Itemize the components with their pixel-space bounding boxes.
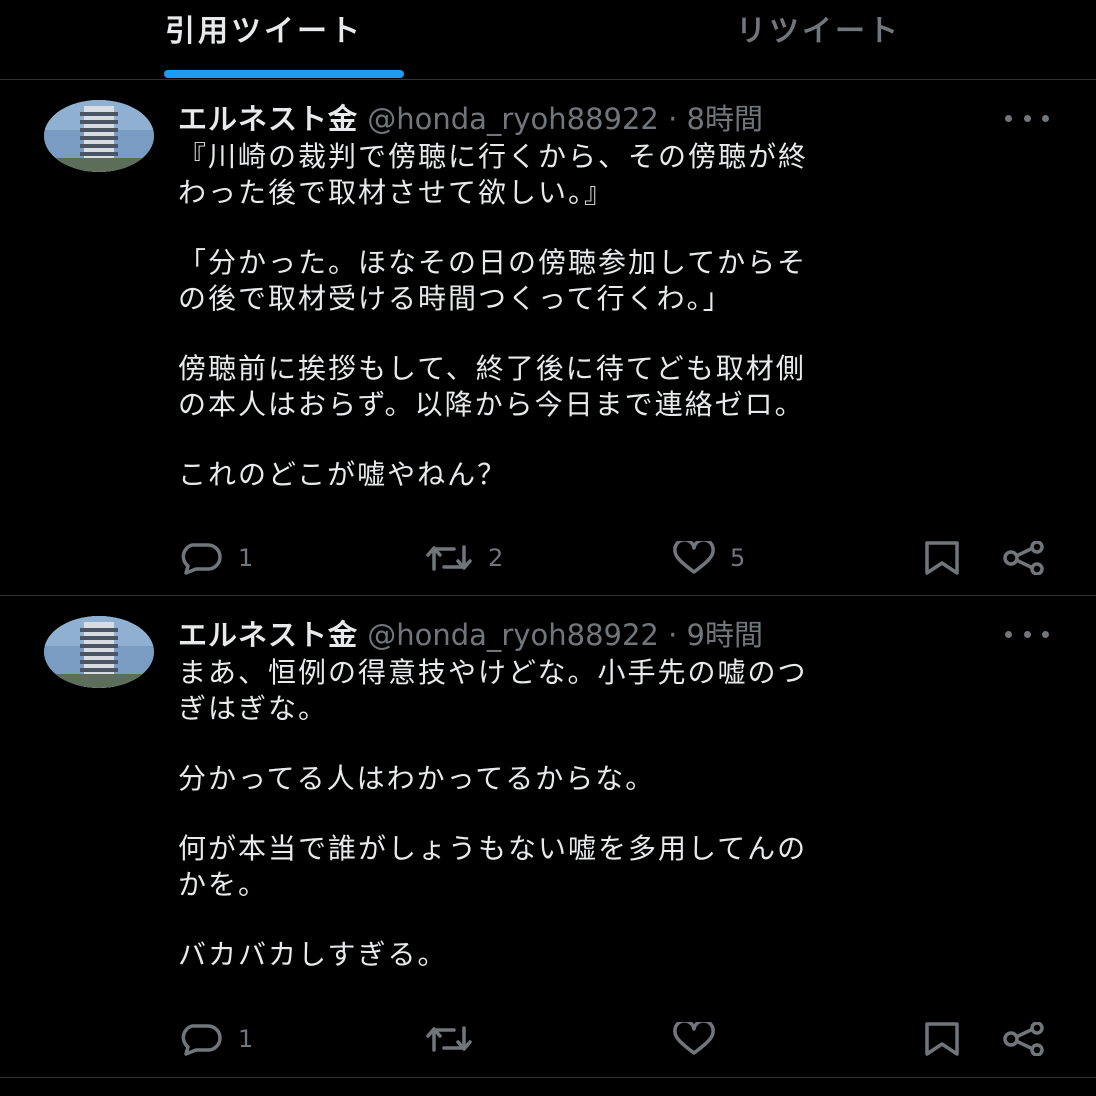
avatar[interactable]	[44, 616, 154, 688]
header-separator: ·	[668, 102, 678, 136]
tweet-timestamp[interactable]: 9時間	[687, 618, 763, 652]
tweet-paragraph: 「分かった。ほなその日の傍聴参加してからそ の後で取材受ける時間つくって行くわ。…	[178, 245, 1038, 317]
text-line: 分かってる人はわかってるからな。	[178, 762, 656, 795]
retweet-arrows-icon	[426, 545, 472, 571]
retweet-count: 2	[488, 544, 504, 572]
display-name[interactable]: エルネスト金	[178, 102, 358, 136]
reply-bubble-icon	[181, 1024, 222, 1056]
text-line: バカバカしすぎる。	[178, 938, 448, 971]
like-count: 5	[730, 544, 746, 572]
text-line: これのどこが嘘やねん？	[178, 458, 508, 491]
tweet-paragraph: まあ、恒例の得意技やけどな。小手先の嘘のつ ぎはぎな。	[178, 655, 1038, 727]
like-button[interactable]: 5	[672, 536, 745, 580]
tab-retweets[interactable]: リツイート	[736, 0, 901, 80]
text-line: の本人はおらず。以降から今日まで連絡ゼロ。	[178, 388, 805, 421]
reply-count: 1	[238, 544, 254, 572]
like-button[interactable]	[672, 1017, 730, 1061]
avatar-image	[44, 100, 154, 172]
text-line: 『川崎の裁判で傍聴に行くから、その傍聴が終	[178, 140, 809, 173]
bookmark-button[interactable]	[922, 1017, 962, 1061]
share-nodes-icon	[1003, 1022, 1044, 1056]
user-handle[interactable]: @honda_ryoh88922	[367, 102, 659, 136]
tab-quote-tweets[interactable]: 引用ツイート	[165, 0, 363, 80]
tweet-paragraph: 何が本当で誰がしょうもない嘘を多用してんの かを。	[178, 831, 1038, 903]
retweet-button[interactable]: 2	[424, 536, 503, 580]
tweet-text: まあ、恒例の得意技やけどな。小手先の嘘のつ ぎはぎな。 分かってる人はわかってる…	[178, 655, 1038, 1007]
user-handle[interactable]: @honda_ryoh88922	[367, 618, 659, 652]
tweet-paragraph: バカバカしすぎる。	[178, 937, 1038, 973]
text-line: まあ、恒例の得意技やけどな。小手先の嘘のつ	[178, 656, 808, 689]
tweet-paragraph: 『川崎の裁判で傍聴に行くから、その傍聴が終 わった後で取材させて欲しい。』	[178, 139, 1038, 211]
heart-icon	[673, 541, 715, 574]
text-line: かを。	[178, 868, 269, 901]
reply-count: 1	[238, 1025, 254, 1053]
tweet[interactable]: エルネスト金 @honda_ryoh88922 · 8時間 『川崎の裁判で傍聴に…	[0, 81, 1096, 596]
reply-button[interactable]: 1	[178, 536, 253, 580]
more-icon[interactable]	[1005, 619, 1049, 649]
reply-bubble-icon	[181, 543, 222, 575]
header-separator: ·	[668, 618, 678, 652]
heart-icon	[673, 1022, 715, 1055]
active-tab-indicator	[164, 70, 404, 78]
share-nodes-icon	[1003, 541, 1044, 575]
share-button[interactable]	[1002, 1017, 1046, 1061]
bookmark-button[interactable]	[922, 536, 962, 580]
tweet[interactable]: エルネスト金 @honda_ryoh88922 · 9時間 まあ、恒例の得意技や…	[0, 597, 1096, 1078]
share-button[interactable]	[1002, 536, 1046, 580]
tweet-header: エルネスト金 @honda_ryoh88922 · 9時間	[178, 615, 763, 655]
display-name[interactable]: エルネスト金	[178, 618, 358, 652]
retweet-button[interactable]	[424, 1017, 488, 1061]
tweet-paragraph: 分かってる人はわかってるからな。	[178, 761, 1038, 797]
bookmark-icon	[925, 541, 959, 575]
avatar-image	[44, 616, 154, 688]
tweet-actions: 1	[0, 1017, 1096, 1061]
tweet-header: エルネスト金 @honda_ryoh88922 · 8時間	[178, 99, 763, 139]
avatar[interactable]	[44, 100, 154, 172]
text-line: 「分かった。ほなその日の傍聴参加してからそ	[178, 246, 808, 279]
reply-button[interactable]: 1	[178, 1017, 253, 1061]
text-line: 傍聴前に挨拶もして、終了後に待てども取材側	[178, 352, 806, 385]
tweet-paragraph: これのどこが嘘やねん？	[178, 457, 1038, 493]
bookmark-icon	[925, 1022, 959, 1056]
text-line: ぎはぎな。	[178, 692, 329, 725]
tweet-actions: 1 2 5	[0, 536, 1096, 580]
more-icon[interactable]	[1005, 103, 1049, 133]
tab-bar: 引用ツイート リツイート	[0, 0, 1096, 80]
text-line: の後で取材受ける時間つくって行くわ。」	[178, 282, 733, 315]
tweet-text: 『川崎の裁判で傍聴に行くから、その傍聴が終 わった後で取材させて欲しい。』 「分…	[178, 139, 1038, 527]
tweet-paragraph: 傍聴前に挨拶もして、終了後に待てども取材側 の本人はおらず。以降から今日まで連絡…	[178, 351, 1038, 423]
text-line: 何が本当で誰がしょうもない嘘を多用してんの	[178, 832, 808, 865]
text-line: わった後で取材させて欲しい。』	[178, 176, 615, 209]
tweet-timestamp[interactable]: 8時間	[687, 102, 763, 136]
retweet-arrows-icon	[426, 1026, 472, 1052]
